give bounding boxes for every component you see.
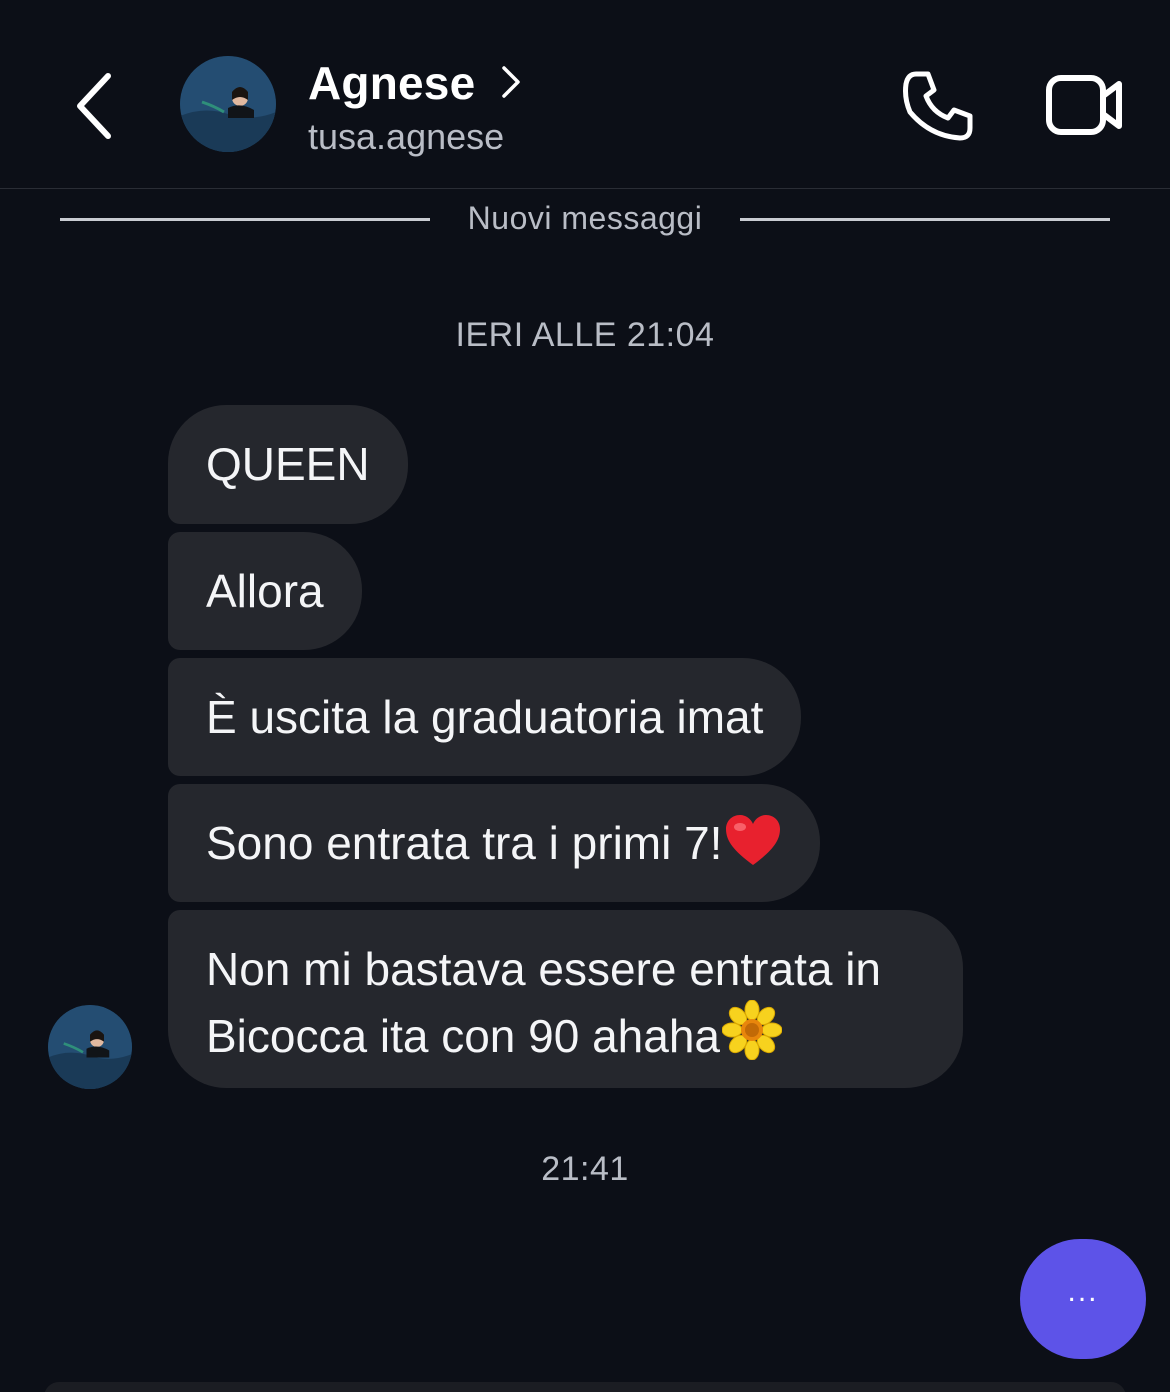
message-text: Allora — [206, 565, 324, 617]
chat-header: Agnese tusa.agnese — [0, 0, 1170, 189]
contact-username[interactable]: tusa.agnese — [308, 116, 504, 158]
ellipsis-icon: ... — [1067, 1275, 1099, 1308]
contact-avatar[interactable] — [180, 56, 276, 152]
message-bubble[interactable]: È uscita la graduatoria imat — [168, 658, 802, 776]
back-button[interactable] — [66, 68, 126, 144]
message-text: QUEEN — [206, 438, 370, 490]
red-heart-emoji — [726, 815, 781, 865]
sunflower-emoji — [722, 1000, 783, 1060]
message-composer[interactable] — [44, 1382, 1126, 1392]
chevron-left-icon — [77, 73, 111, 139]
video-call-button[interactable] — [1044, 70, 1124, 140]
contact-name[interactable]: Agnese — [308, 56, 475, 110]
avatar-photo — [48, 1005, 132, 1089]
message-bubble[interactable]: Non mi bastava essere entrata in Bicocca… — [168, 910, 963, 1088]
message-text: Sono entrata tra i primi 7! — [206, 817, 723, 869]
chevron-right-icon[interactable] — [496, 64, 526, 100]
message-timestamp: 21:41 — [541, 1150, 629, 1188]
avatar-photo — [180, 56, 276, 152]
message-text: È uscita la graduatoria imat — [206, 691, 764, 743]
divider-line-right — [740, 218, 1110, 221]
message-bubble[interactable]: QUEEN — [168, 405, 408, 524]
message-bubble[interactable]: Allora — [168, 532, 362, 650]
phone-icon — [903, 71, 973, 141]
message-timestamp: IERI ALLE 21:04 — [455, 316, 715, 354]
message-bubble[interactable]: Sono entrata tra i primi 7! — [168, 784, 821, 902]
audio-call-button[interactable] — [900, 68, 976, 144]
sender-avatar[interactable] — [48, 1005, 132, 1089]
more-options-button[interactable]: ... — [1020, 1239, 1146, 1359]
video-camera-icon — [1046, 75, 1122, 135]
